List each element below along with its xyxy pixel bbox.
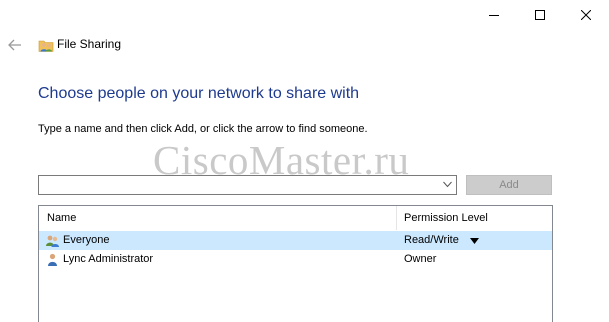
instruction-text: Type a name and then click Add, or click… (38, 123, 368, 135)
column-header-permission[interactable]: Permission Level (404, 212, 488, 224)
column-header-name[interactable]: Name (47, 212, 76, 224)
window-controls (471, 0, 609, 30)
add-button[interactable]: Add (466, 175, 552, 195)
close-button[interactable] (563, 0, 609, 30)
back-arrow-icon[interactable] (8, 38, 22, 52)
chevron-down-icon[interactable] (443, 181, 452, 188)
name-input[interactable] (41, 177, 435, 193)
caret-down-icon[interactable] (470, 238, 479, 244)
list-row-everyone[interactable]: Everyone Read/Write (39, 231, 552, 250)
minimize-button[interactable] (471, 0, 517, 30)
people-list: Name Permission Level Everyone Read/Writ… (38, 205, 553, 322)
maximize-button[interactable] (517, 0, 563, 30)
row-name: Lync Administrator (63, 253, 154, 265)
group-users-icon (46, 235, 59, 247)
user-icon (48, 253, 57, 266)
list-row-lync-administrator[interactable]: Lync Administrator Owner (39, 250, 552, 269)
page-heading: Choose people on your network to share w… (38, 85, 360, 102)
list-header: Name Permission Level (39, 206, 552, 230)
row-name: Everyone (63, 234, 110, 246)
minimize-icon (489, 15, 499, 16)
row-permission: Owner (404, 253, 437, 265)
column-divider[interactable] (396, 206, 397, 230)
maximize-icon (535, 10, 545, 20)
file-sharing-icon (38, 40, 54, 52)
name-combobox[interactable] (38, 175, 457, 195)
close-icon (581, 10, 591, 20)
row-permission[interactable]: Read/Write (404, 234, 459, 246)
window-title: File Sharing (57, 37, 122, 51)
